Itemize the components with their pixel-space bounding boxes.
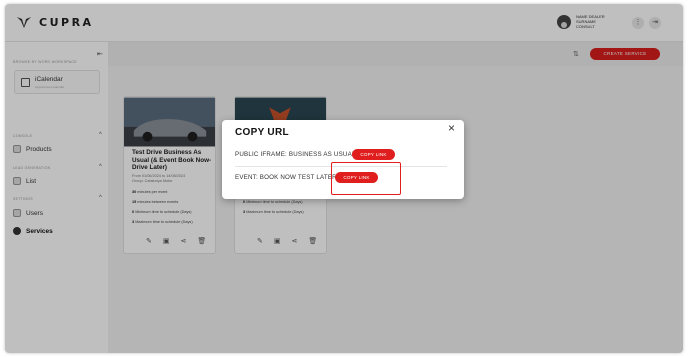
highlight-box — [331, 162, 401, 195]
close-icon[interactable]: × — [448, 121, 455, 135]
copy-link-button[interactable]: COPY LINK — [352, 149, 395, 160]
public-iframe-label: PUBLIC IFRAME: BUSINESS AS USUAL — [235, 151, 356, 158]
event-label: EVENT: BOOK NOW TEST LATER — [235, 174, 337, 181]
dialog-title: COPY URL — [235, 127, 289, 138]
